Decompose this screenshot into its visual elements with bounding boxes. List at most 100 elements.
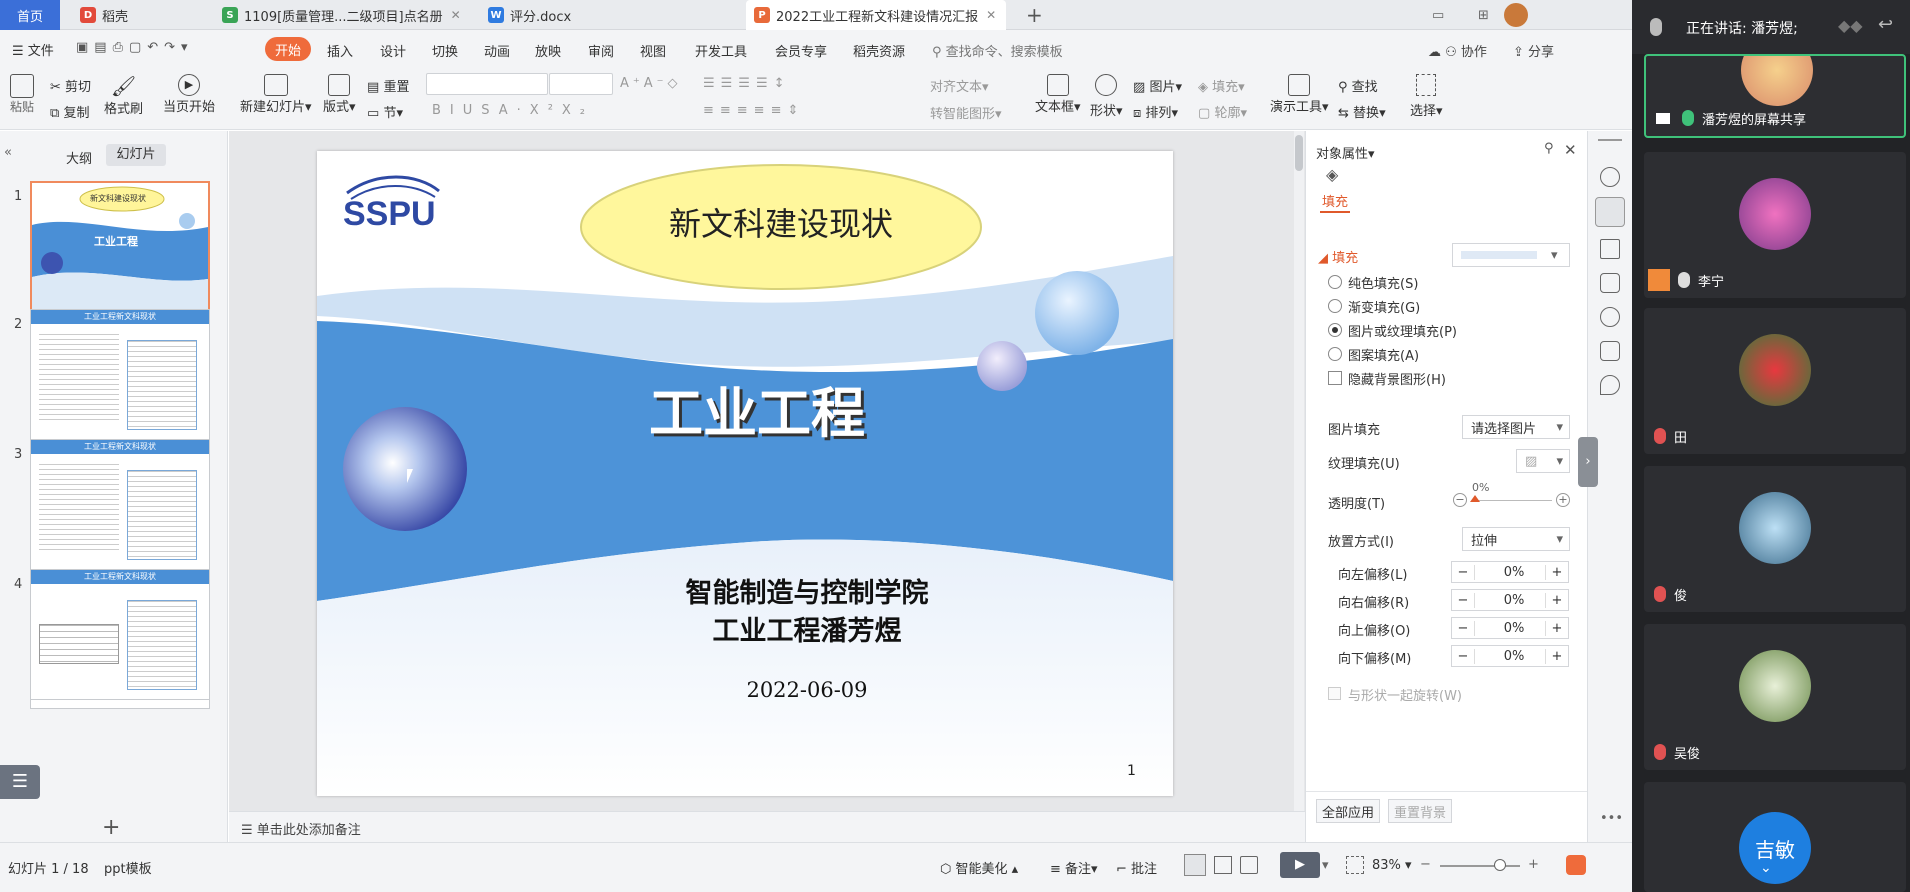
cut-button[interactable]: ✂ 剪切: [50, 76, 91, 95]
wps-assistant-icon[interactable]: [1566, 855, 1586, 875]
rocket-icon[interactable]: [1600, 167, 1620, 187]
normal-view-icon[interactable]: [1184, 854, 1206, 876]
play-slideshow-button[interactable]: ▶: [1280, 852, 1320, 878]
zoom-slider-thumb[interactable]: [1494, 859, 1506, 871]
play-from-current-button[interactable]: ▶ 当页开始: [163, 74, 215, 115]
tab-home[interactable]: 首页: [0, 0, 60, 30]
scroll-down-chevron-icon[interactable]: ⌄: [1760, 860, 1772, 876]
solid-fill-radio[interactable]: [1328, 275, 1342, 289]
outline-toggle-icon[interactable]: ☰: [0, 765, 40, 799]
menu-review[interactable]: 审阅: [588, 41, 614, 60]
layout-switch-icon[interactable]: ◆◆: [1838, 16, 1863, 35]
slide-thumbnail-4[interactable]: 工业工程新文科现状: [30, 569, 210, 704]
menu-docer-resources[interactable]: 稻壳资源: [853, 41, 905, 60]
participant-tile[interactable]: 李宁: [1644, 152, 1906, 298]
apply-all-button[interactable]: 全部应用: [1316, 799, 1380, 823]
new-tab-icon[interactable]: +: [1018, 0, 1046, 30]
zoom-level[interactable]: 83% ▾: [1372, 858, 1412, 873]
fill-section-header[interactable]: ◢ 填充: [1318, 247, 1358, 266]
slide-thumbnail-1[interactable]: 新文科建设现状 工业工程: [30, 181, 210, 316]
reading-view-icon[interactable]: [1240, 856, 1258, 874]
properties-sliders-icon[interactable]: [1595, 197, 1625, 227]
picture-texture-fill-radio[interactable]: [1328, 323, 1342, 337]
template-name[interactable]: ppt模板: [104, 858, 152, 877]
collab-button[interactable]: ☁ ⚇ 协作: [1428, 41, 1487, 60]
scrollbar-thumb[interactable]: [1295, 135, 1303, 171]
tab-roster-sheet[interactable]: S 1109[质量管理...二级项目]点名册 ✕: [214, 0, 470, 30]
college-name[interactable]: 智能制造与控制学院: [607, 571, 1007, 610]
offset-right-value[interactable]: 0%: [1474, 592, 1546, 608]
reset-button[interactable]: ▤ 重置: [367, 76, 409, 95]
tab-docer[interactable]: D 稻壳: [72, 0, 200, 30]
menu-animation[interactable]: 动画: [484, 41, 510, 60]
participant-tile[interactable]: 吴俊: [1644, 624, 1906, 770]
play-options-chevron-icon[interactable]: ▾: [1322, 858, 1329, 873]
copy-button[interactable]: ⧉ 复制: [50, 102, 89, 121]
list-tools[interactable]: ☰☰☰☰↕: [703, 76, 791, 91]
fill-preview-dropdown[interactable]: ▾: [1452, 243, 1570, 267]
expand-panel-chevron-icon[interactable]: ›: [1578, 437, 1598, 487]
location-icon[interactable]: [1600, 375, 1620, 395]
window-layout-icon[interactable]: ▭: [1424, 0, 1454, 30]
author-name[interactable]: 工业工程潘芳煜: [707, 609, 907, 648]
menu-design[interactable]: 设计: [380, 41, 406, 60]
presentation-date[interactable]: 2022-06-09: [707, 678, 907, 702]
font-size-select[interactable]: [549, 73, 613, 95]
select-button[interactable]: 选择▾: [1410, 74, 1443, 119]
present-tools-button[interactable]: 演示工具▾: [1270, 74, 1329, 115]
plus-icon[interactable]: +: [1546, 565, 1568, 580]
menu-view[interactable]: 视图: [640, 41, 666, 60]
plus-icon[interactable]: +: [1546, 649, 1568, 664]
smart-shape-button[interactable]: 转智能图形▾: [930, 103, 1002, 122]
picture-button[interactable]: ▨ 图片▾: [1133, 76, 1182, 95]
current-slide[interactable]: SSPU 新文科建设现状 工业工程 智能制造与控制学院 工业工程潘芳煜 2022…: [317, 151, 1173, 796]
fill-button[interactable]: ◈ 填充▾: [1198, 76, 1245, 95]
menu-member[interactable]: 会员专享: [775, 41, 827, 60]
hide-bg-checkbox[interactable]: [1328, 371, 1342, 385]
offset-up-value[interactable]: 0%: [1474, 620, 1546, 636]
tab-fill[interactable]: 填充: [1322, 191, 1348, 210]
rotate-with-shape-checkbox[interactable]: [1328, 687, 1341, 700]
font-size-tools[interactable]: A⁺A⁻◇: [620, 76, 682, 91]
properties-header[interactable]: 对象属性▾: [1316, 143, 1375, 162]
close-icon[interactable]: ✕: [451, 8, 461, 22]
outline-button[interactable]: ▢ 轮廓▾: [1198, 102, 1247, 121]
fit-to-window-icon[interactable]: [1346, 856, 1364, 874]
align-text-button[interactable]: 对齐文本▾: [930, 76, 989, 95]
layout-button[interactable]: 版式▾: [323, 74, 356, 115]
menu-slideshow[interactable]: 放映: [535, 41, 561, 60]
close-icon[interactable]: ✕: [1564, 141, 1577, 159]
reset-background-button[interactable]: 重置背景: [1388, 799, 1452, 823]
add-slide-icon[interactable]: +: [102, 815, 120, 840]
comments-button[interactable]: ⌐ 批注: [1116, 858, 1157, 877]
offset-left-stepper[interactable]: −0% +: [1451, 561, 1569, 583]
transparency-decrease-icon[interactable]: −: [1453, 493, 1467, 507]
offset-right-stepper[interactable]: −0% +: [1451, 589, 1569, 611]
slide-thumbnail-3[interactable]: 工业工程新文科现状: [30, 439, 210, 574]
minus-icon[interactable]: −: [1452, 649, 1474, 664]
help-icon[interactable]: [1600, 307, 1620, 327]
gradient-fill-radio[interactable]: [1328, 299, 1342, 313]
paste-button[interactable]: 粘贴: [10, 74, 34, 115]
offset-down-value[interactable]: 0%: [1474, 648, 1546, 664]
file-menu[interactable]: ☰ 文件: [12, 40, 54, 59]
font-name-select[interactable]: [426, 73, 548, 95]
slide-thumbnail-2[interactable]: 工业工程新文科现状: [30, 309, 210, 444]
offset-up-stepper[interactable]: −0% +: [1451, 617, 1569, 639]
transparency-slider-handle[interactable]: [1470, 495, 1480, 502]
texture-fill-select[interactable]: ▨ ▾: [1516, 449, 1570, 473]
plus-icon[interactable]: +: [1546, 593, 1568, 608]
section-button[interactable]: ▭ 节▾: [367, 102, 403, 121]
participant-tile[interactable]: 俊: [1644, 466, 1906, 612]
notes-bar[interactable]: ☰ 单击此处添加备注: [229, 811, 1305, 842]
offset-left-value[interactable]: 0%: [1474, 564, 1546, 580]
offset-down-stepper[interactable]: −0% +: [1451, 645, 1569, 667]
zoom-slider-track[interactable]: [1440, 865, 1520, 867]
replace-button[interactable]: ⇆ 替换▾: [1338, 102, 1386, 121]
zoom-in-icon[interactable]: +: [1528, 857, 1539, 872]
paragraph-align-tools[interactable]: ≡≡≡≡≡⇕: [703, 103, 804, 118]
picture-fill-select[interactable]: 请选择图片 ▾: [1462, 415, 1570, 439]
slide-main-title[interactable]: 工业工程: [557, 369, 957, 448]
slide-sorter-view-icon[interactable]: [1214, 856, 1232, 874]
collapse-panel-icon[interactable]: «: [4, 145, 12, 160]
